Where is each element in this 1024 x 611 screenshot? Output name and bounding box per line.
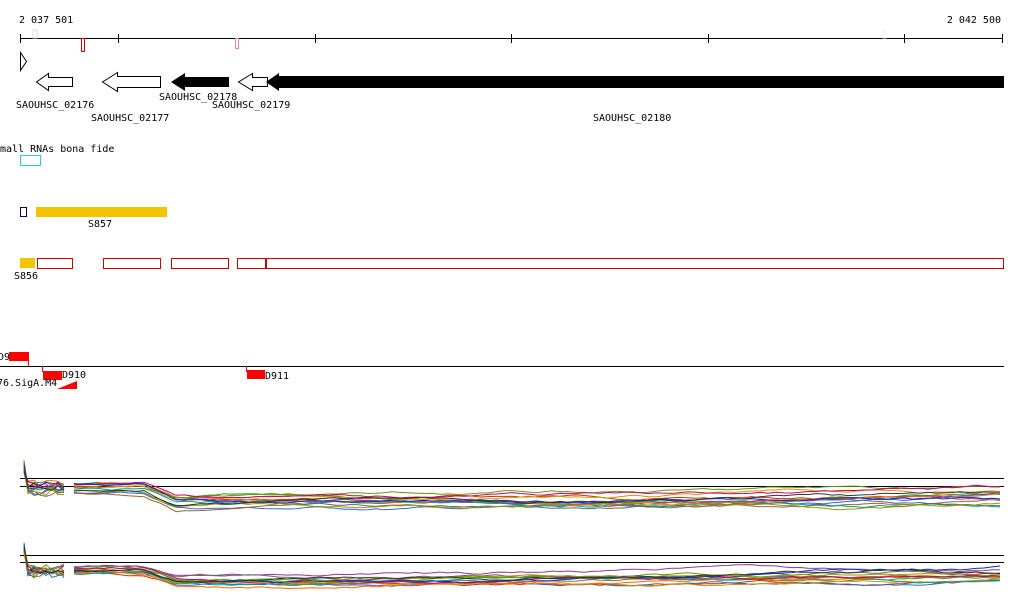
gene-arrow-saouhsc-02179[interactable]: [237, 72, 268, 92]
small-rna-track-title: mall RNAs bona fide: [0, 144, 114, 155]
expression-track-upper: [20, 460, 1004, 513]
transcript-box-2[interactable]: [103, 258, 161, 269]
feature-s857-bar[interactable]: [36, 207, 167, 217]
feature-s856-bar[interactable]: [20, 258, 35, 268]
gene-track: SAOUHSC_02176 SAOUHSC_02177 SAOUHSC_0217…: [16, 50, 1004, 124]
gene-label-saouhsc-02177: SAOUHSC_02177: [91, 113, 169, 124]
transcript-box-5[interactable]: [266, 258, 1004, 269]
genome-browser-view: 2 037 501 2 042 500 SAOUHSC_02176 SAOUHS…: [0, 15, 1004, 590]
promoter-label-d911: D911: [265, 371, 289, 382]
coordinate-ruler: 2 037 501 2 042 500: [19, 15, 1003, 52]
gene-label-saouhsc-02180: SAOUHSC_02180: [593, 113, 671, 124]
gene-arrow-saouhsc-02176[interactable]: [35, 72, 73, 92]
promoter-label-siga: 76.SigA.M4: [0, 378, 57, 389]
transcript-box-3[interactable]: [171, 258, 229, 269]
promoter-d9-bar[interactable]: [9, 352, 29, 361]
transcript-box-4[interactable]: [237, 258, 266, 269]
promoter-label-d9: D9: [0, 352, 10, 363]
small-rna-navy-box[interactable]: [20, 207, 27, 217]
feature-s856-label: S856: [14, 271, 38, 282]
promoter-track: D9 D910 76.SigA.M4 D911: [0, 352, 1004, 389]
small-rna-track: mall RNAs bona fide S857 S856: [0, 144, 1004, 282]
gene-arrow-saouhsc-02180[interactable]: [266, 73, 1004, 91]
expression-track-lower: [20, 542, 1004, 590]
promoter-label-d910: D910: [62, 370, 86, 381]
small-forward-arrow[interactable]: [20, 50, 28, 73]
small-rna-cyan-box[interactable]: [20, 155, 41, 166]
gene-label-saouhsc-02179: SAOUHSC_02179: [212, 100, 290, 111]
promoter-d911-bar[interactable]: [247, 370, 265, 379]
ruler-end-label: 2 042 500: [947, 15, 1001, 26]
gene-label-saouhsc-02176: SAOUHSC_02176: [16, 100, 94, 111]
ruler-start-label: 2 037 501: [19, 15, 73, 26]
transcript-box-1[interactable]: [37, 258, 73, 269]
gene-arrow-saouhsc-02178[interactable]: [171, 73, 229, 91]
promoter-sigA-marker[interactable]: [57, 381, 77, 389]
feature-s857-label: S857: [88, 219, 112, 230]
gene-arrow-saouhsc-02177[interactable]: [101, 71, 161, 93]
